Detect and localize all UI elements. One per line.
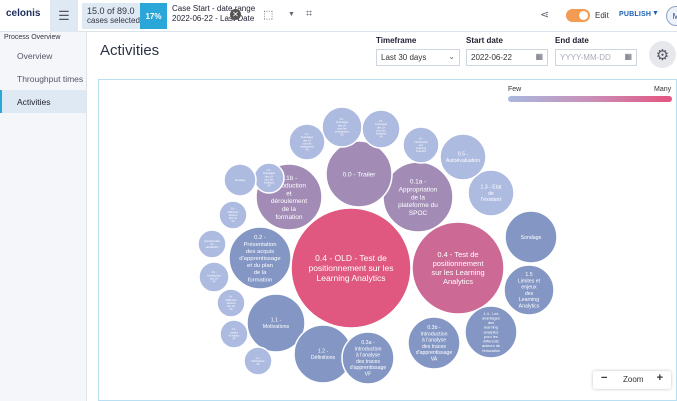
activity-bubble[interactable]: 1.4 -Avantages des LA pour les enseignants V… <box>288 123 326 161</box>
activity-bubble[interactable]: 0.0 - Trailer <box>325 140 393 208</box>
activity-bubble[interactable]: Questionnaire de satisfaction <box>197 229 227 259</box>
activity-bubble[interactable]: 0.1a -Appropriation de la plateforme du SPO… <box>382 161 454 233</box>
activity-bubble[interactable]: Sondage <box>504 210 558 264</box>
activity-bubble[interactable]: 1.4 - Les avantages des learning analytics po… <box>464 305 518 359</box>
zoom-out-button[interactable]: − <box>601 372 607 384</box>
activity-bubble[interactable]: 1.5 -Limites et enjeux VF <box>219 319 249 349</box>
activity-bubble[interactable]: 0.4 - OLD - Test de positionnement sur le… <box>290 207 412 329</box>
activity-bubble[interactable]: 0.3a -Introduction à l'analyse des traces d… <box>341 331 395 385</box>
activity-bubble-label: 0.4 - OLD - Test de positionnement sur le… <box>308 253 393 283</box>
activity-bubble[interactable]: 1.1 -Motivations VA <box>243 346 273 376</box>
activity-bubble[interactable]: 0.4 - Test de positionnement sur les Learn… <box>411 221 505 315</box>
zoom-label: Zoom <box>623 375 644 384</box>
activity-bubble[interactable]: 1.6 -Introduction aux LA VF <box>198 261 230 293</box>
activity-bubble[interactable]: Sondage <box>223 163 257 197</box>
zoom-in-button[interactable]: + <box>657 372 663 384</box>
activity-bubble[interactable]: 1.4 -Différents acteurs des LA VA <box>216 288 246 318</box>
activity-bubble[interactable]: 0.2 -Présentation des acquis d'apprentissa… <box>228 226 292 290</box>
activity-bubble[interactable]: 1.6 -Introduction aux Learning Analytics <box>402 126 440 164</box>
activity-bubble[interactable]: 1.6 -Avantages des LA pour les enseignants V… <box>321 106 363 148</box>
activity-bubble-label: Sondage <box>235 178 246 182</box>
activity-bubble[interactable]: 0.5 -Autoévaluation <box>439 133 487 181</box>
activity-bubble[interactable]: 0.3b -Introduction à l'analyse des traces d… <box>407 316 461 370</box>
bubble-chart: 0.4 - OLD - Test de positionnement sur le… <box>197 106 558 385</box>
activity-bubble[interactable]: 1.6 -Différents acteurs des LA VF <box>218 200 248 230</box>
activity-bubble-label: Sondage <box>521 235 542 241</box>
activity-bubble-label: 0.0 - Trailer <box>343 171 377 178</box>
zoom-control: − Zoom + <box>593 371 671 389</box>
activity-bubble-label: 1.4 - Les avantages des learning analytics po… <box>482 312 500 353</box>
activity-bubble[interactable]: 1.6 -Avantages des LA pour les étudiants VA <box>361 109 401 149</box>
activity-bubble[interactable]: 1.5 Limites et enjeux des Learning Analytics <box>503 264 555 316</box>
activity-bubble[interactable]: 1.4 -Avantages des LA pour les étudiants VF <box>253 162 285 194</box>
